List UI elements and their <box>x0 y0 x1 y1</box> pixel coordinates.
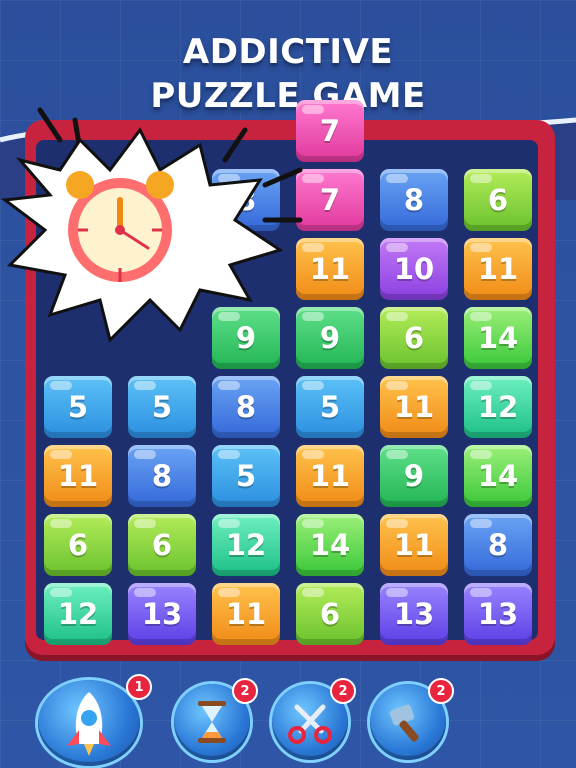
tile[interactable]: 13 <box>464 583 532 645</box>
tile[interactable]: 5 <box>128 376 196 438</box>
scissors-count-badge: 2 <box>330 678 356 704</box>
tile[interactable]: 12 <box>464 376 532 438</box>
tile[interactable]: 5 <box>296 376 364 438</box>
hourglass-icon <box>198 701 226 743</box>
tile[interactable]: 11 <box>212 583 280 645</box>
tile[interactable]: 9 <box>380 445 448 507</box>
tile[interactable]: 11 <box>464 238 532 300</box>
tile[interactable]: 8 <box>464 514 532 576</box>
hammer-icon <box>389 704 419 742</box>
tile[interactable]: 6 <box>380 307 448 369</box>
rocket-icon <box>67 692 111 756</box>
hourglass-powerup-button[interactable]: 2 <box>174 678 258 760</box>
tile[interactable]: 8 <box>128 445 196 507</box>
tile[interactable]: 5 <box>44 376 112 438</box>
rocket-count-badge: 1 <box>126 674 152 700</box>
tile[interactable]: 6 <box>464 169 532 231</box>
tile[interactable]: 10 <box>380 238 448 300</box>
scissors-powerup-button[interactable]: 2 <box>272 678 356 760</box>
hammer-count-badge: 2 <box>428 678 454 704</box>
tile[interactable]: 13 <box>128 583 196 645</box>
tile[interactable]: 14 <box>464 445 532 507</box>
tile[interactable]: 12 <box>44 583 112 645</box>
tile[interactable]: 11 <box>44 445 112 507</box>
tile[interactable]: 11 <box>296 445 364 507</box>
hammer-powerup-button[interactable]: 2 <box>370 678 454 760</box>
alarm-clock-burst-icon <box>1 107 303 343</box>
tile[interactable]: 14 <box>464 307 532 369</box>
tile[interactable]: 11 <box>380 376 448 438</box>
tile[interactable]: 5 <box>212 445 280 507</box>
tile[interactable]: 8 <box>212 376 280 438</box>
tile[interactable]: 12 <box>212 514 280 576</box>
tile[interactable]: 11 <box>380 514 448 576</box>
tile[interactable]: 13 <box>380 583 448 645</box>
hourglass-count-badge: 2 <box>232 678 258 704</box>
tile[interactable]: 6 <box>128 514 196 576</box>
tile[interactable]: 6 <box>44 514 112 576</box>
powerup-bar: 1 2 2 2 <box>0 670 576 768</box>
headline-line1: ADDICTIVE <box>182 32 394 72</box>
tile[interactable]: 8 <box>380 169 448 231</box>
tile[interactable]: 6 <box>296 583 364 645</box>
scissors-icon <box>288 704 332 744</box>
rocket-powerup-button[interactable]: 1 <box>38 674 152 766</box>
tile[interactable]: 14 <box>296 514 364 576</box>
